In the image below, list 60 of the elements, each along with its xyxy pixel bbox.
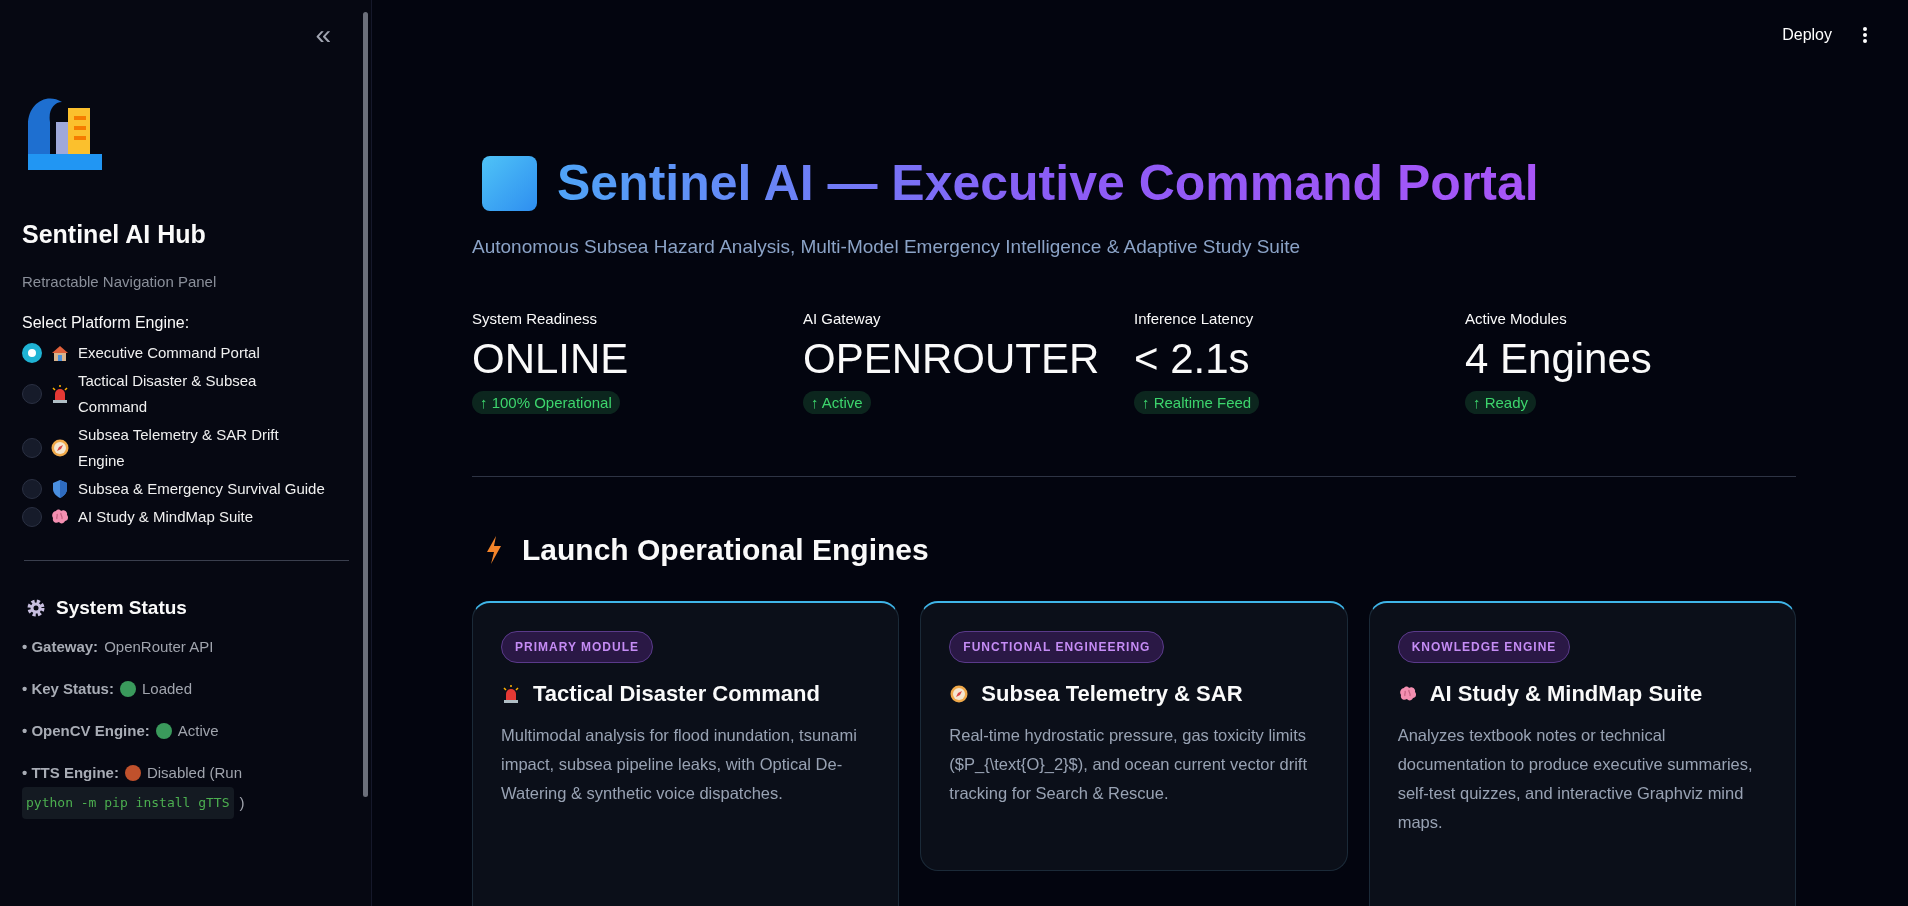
sidebar-subtitle: Retractable Navigation Panel [22, 273, 218, 290]
metric-label: System Readiness [472, 310, 599, 327]
compass-icon [949, 684, 970, 704]
code-snippet: python -m pip install gTTS [22, 787, 234, 819]
metric-label: AI Gateway [803, 310, 882, 327]
radio-button[interactable] [22, 438, 42, 458]
metric-label: Active Modules [1465, 310, 1568, 327]
section-heading: Launch Operational Engines [522, 533, 929, 567]
radio-option-label[interactable]: Subsea Telemetry & SAR Drift Engine [78, 422, 328, 474]
radio-option-label[interactable]: AI Study & MindMap Suite [78, 504, 254, 530]
metric-label: Inference Latency [1134, 310, 1255, 327]
scrollbar[interactable] [363, 12, 368, 797]
lightning-icon [484, 535, 504, 565]
status-label: • Gateway: [22, 637, 99, 657]
category-tag: KNOWLEDGE ENGINE [1397, 631, 1571, 663]
page-subtitle: Autonomous Subsea Hazard Analysis, Multi-Model Emergency Intelligence & Adaptive Study Suite [472, 236, 1301, 258]
radio-option-label[interactable]: Executive Command Portal [78, 340, 260, 366]
metric-delta-badge: ↑ Active [803, 391, 871, 414]
shield-icon [50, 479, 70, 499]
status-value: Active [177, 721, 219, 741]
status-value: Loaded [141, 679, 192, 699]
card-title: AI Study & MindMap Suite [1429, 681, 1703, 707]
metric-value: ONLINE [472, 335, 630, 383]
card-description: Real-time hydrostatic pressure, gas toxicity limits ($P_{\text{O}_2}$), and ocean current vector drift tracking for Search & Rescue. [949, 725, 1309, 804]
square-icon [482, 155, 537, 211]
siren-icon [501, 684, 521, 704]
status-label: • TTS Engine: [22, 763, 119, 783]
more-options-icon[interactable] [1862, 26, 1868, 44]
gear-icon [26, 598, 46, 618]
card-description: Multimodal analysis for flood inundation, tsunami impact, subsea pipeline leaks, with Optical De-Watering & synthetic voice dispatches. [501, 725, 858, 804]
metric-delta-badge: ↑ Ready [1465, 391, 1537, 414]
radio-option-label[interactable]: Tactical Disaster & Subsea Command [78, 368, 328, 420]
metric-delta-badge: ↑ 100% Operational [472, 391, 620, 414]
radio-button[interactable] [22, 343, 42, 363]
card-description: Analyzes textbook notes or technical documentation to produce executive summaries, self-test quizzes, and interactive Graphviz mind maps. [1397, 725, 1754, 833]
category-tag: PRIMARY MODULE [501, 631, 653, 663]
house-icon [50, 343, 70, 363]
category-tag: FUNCTIONAL ENGINEERING [949, 631, 1165, 663]
card-title: Subsea Telemetry & SAR [981, 681, 1243, 707]
status-value: ) [239, 793, 245, 813]
radio-group-label: Select Platform Engine: [22, 314, 191, 332]
radio-button[interactable] [22, 507, 42, 527]
metric-value: 4 Engines [1465, 335, 1653, 383]
radio-option-label[interactable]: Subsea & Emergency Survival Guide [78, 476, 325, 502]
radio-button[interactable] [22, 384, 42, 404]
status-value: Disabled (Run [146, 763, 242, 783]
status-heading: System Status [56, 597, 187, 619]
metric-value: < 2.1s [1134, 335, 1251, 383]
card-title: Tactical Disaster Command [533, 681, 820, 707]
metric-value: OPENROUTER [803, 335, 1101, 383]
collapse-sidebar-button[interactable]: « [311, 21, 335, 49]
metric-delta-badge: ↑ Realtime Feed [1134, 391, 1260, 414]
radio-button[interactable] [22, 479, 42, 499]
status-label: • Key Status: [22, 679, 114, 699]
deploy-button[interactable]: Deploy [1778, 20, 1836, 50]
compass-icon [50, 438, 70, 458]
siren-icon [50, 384, 70, 404]
status-value: OpenRouter API [104, 637, 214, 657]
sidebar-title: Sentinel AI Hub [22, 220, 207, 249]
status-label: • OpenCV Engine: [22, 721, 150, 741]
